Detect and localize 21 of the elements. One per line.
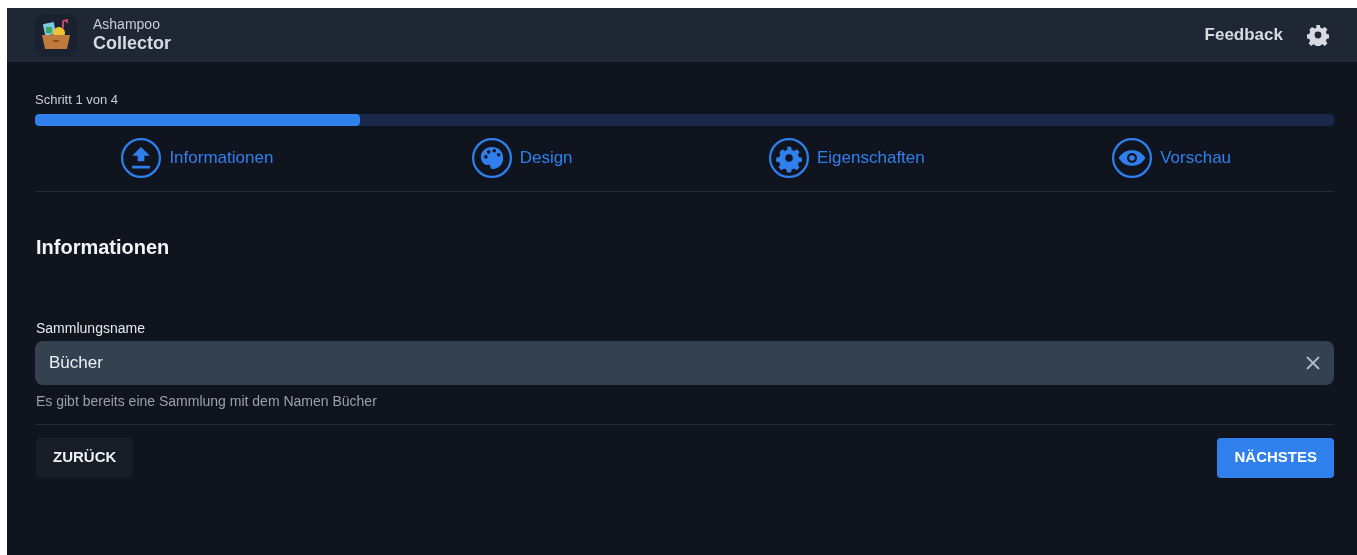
next-button[interactable]: NÄCHSTES [1217, 437, 1334, 478]
field-hint: Es gibt bereits eine Sammlung mit dem Namen Bücher [36, 391, 378, 411]
clear-icon[interactable] [1306, 355, 1320, 370]
step-tab[interactable]: Eigenschaften [817, 145, 925, 171]
back-button[interactable]: ZURÜCK [36, 437, 134, 478]
step-tab[interactable]: Design [519, 145, 573, 171]
step-tab[interactable]: Vorschau [1160, 145, 1232, 171]
app-logo-icon [35, 14, 77, 56]
step-tab[interactable]: Informationen [169, 145, 274, 171]
eye-icon [1112, 138, 1153, 178]
gear-icon [769, 138, 809, 178]
field-label: Sammlungsname [36, 318, 146, 338]
step-counter: Schritt 1 von 4 [35, 91, 120, 109]
section-title: Informationen [36, 234, 171, 260]
app-name: Collector [93, 32, 171, 54]
upload-icon [121, 138, 162, 178]
settings-icon[interactable] [1307, 24, 1329, 46]
feedback-button[interactable]: Feedback [1204, 22, 1283, 48]
palette-icon [471, 138, 512, 178]
collection-name-field[interactable]: Bücher [35, 340, 1334, 385]
app-vendor: Ashampoo [93, 16, 161, 32]
